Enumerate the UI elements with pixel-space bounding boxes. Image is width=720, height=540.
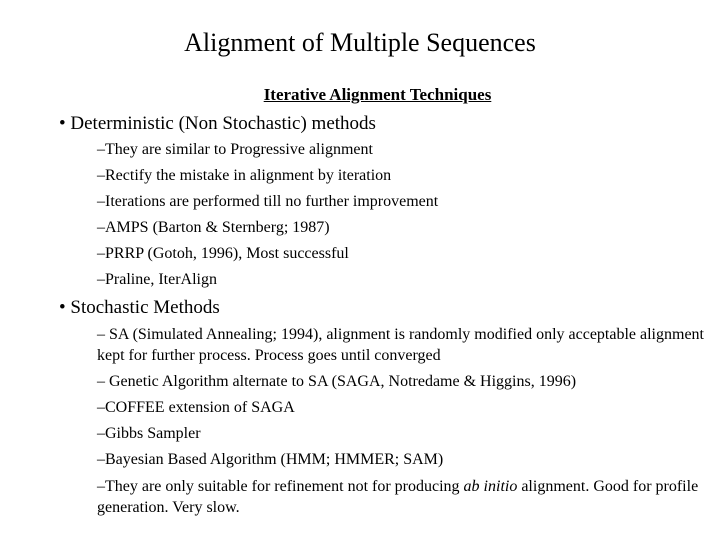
list-item-text: –They are only suitable for refinement n…	[97, 478, 464, 495]
list-item: –Rectify the mistake in alignment by ite…	[97, 167, 392, 184]
list-item: –PRRP (Gotoh, 1996), Most successful	[97, 245, 349, 262]
list-item: –Iterations are performed till no furthe…	[97, 193, 439, 210]
list-item: – Genetic Algorithm alternate to SA (SAG…	[97, 373, 577, 390]
list-item: –COFFEE extension of SAGA	[97, 399, 295, 416]
list-item: –Gibbs Sampler	[97, 425, 201, 442]
list-item-last: –They are only suitable for refinement n…	[97, 476, 707, 518]
slide-title: Alignment of Multiple Sequences	[184, 28, 536, 57]
list-item: –Bayesian Based Algorithm (HMM; HMMER; S…	[97, 451, 444, 468]
list-item: –Praline, IterAlign	[97, 271, 217, 288]
slide-subtitle: Iterative Alignment Techniques	[263, 85, 492, 104]
list-item: –AMPS (Barton & Sternberg; 1987)	[97, 219, 330, 236]
section-heading-deterministic: • Deterministic (Non Stochastic) methods	[59, 113, 376, 134]
italic-term: ab initio	[463, 478, 518, 495]
section-heading-stochastic: • Stochastic Methods	[59, 297, 220, 318]
list-item: – SA (Simulated Annealing; 1994), alignm…	[97, 326, 704, 364]
list-item: –They are similar to Progressive alignme…	[97, 141, 373, 158]
